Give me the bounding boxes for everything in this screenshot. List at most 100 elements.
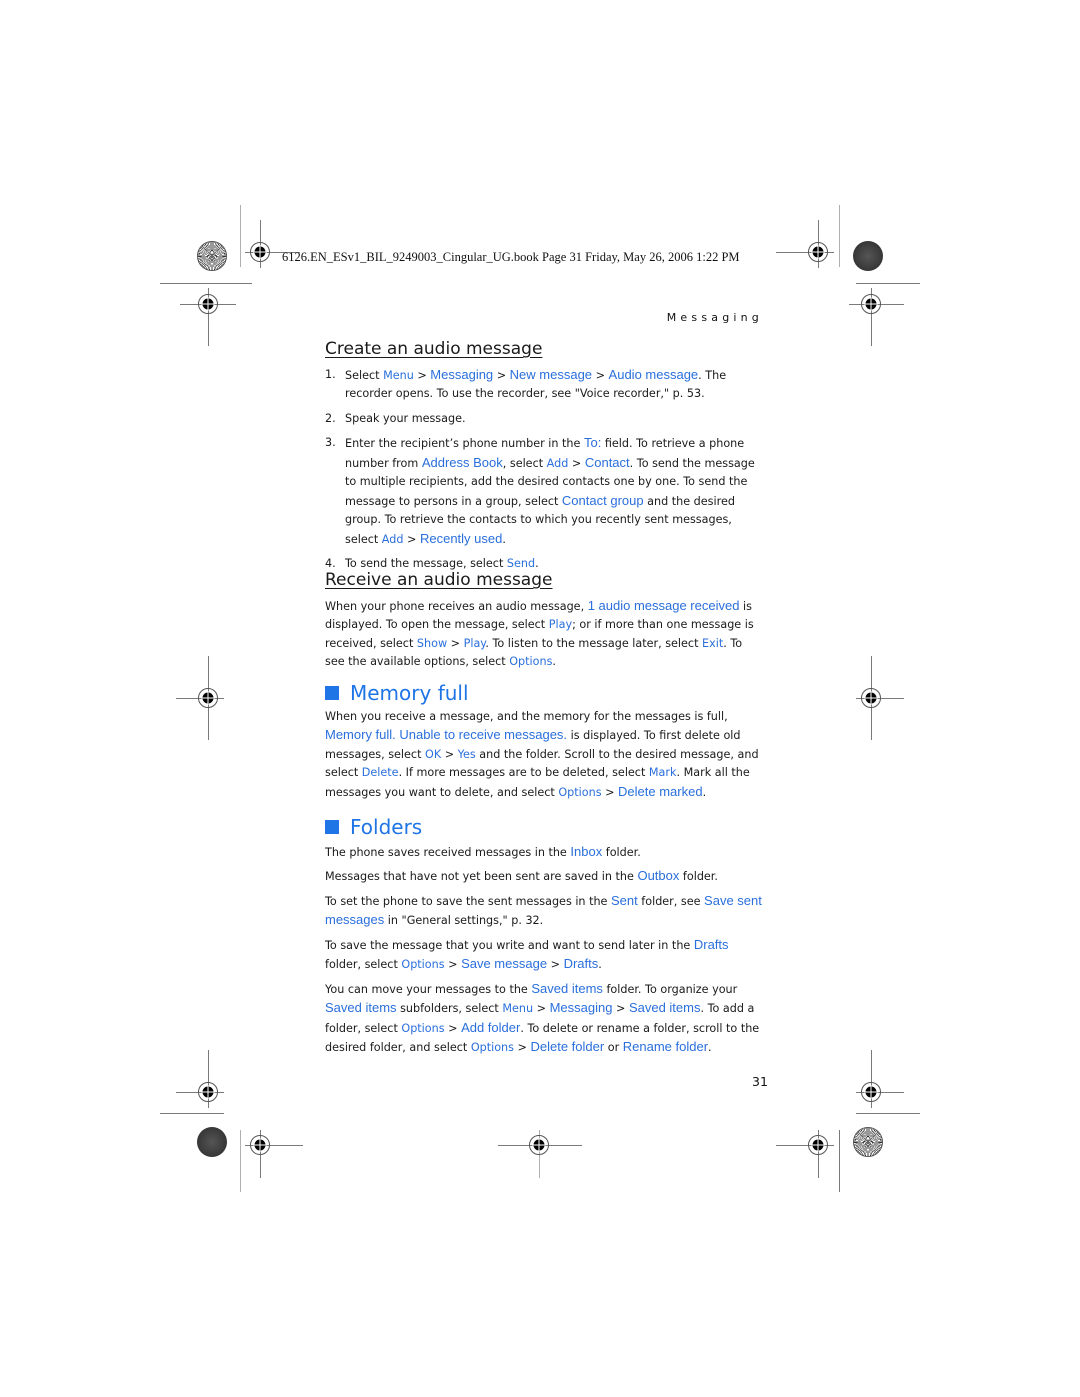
display-text-term: Drafts — [563, 956, 599, 971]
softkey-term: Options — [401, 958, 445, 971]
text-run: folder. — [679, 870, 718, 883]
text-run: . — [535, 557, 539, 570]
registration-mark-icon — [198, 1082, 218, 1102]
display-text-term: Saved items — [628, 1000, 701, 1015]
softkey-term: OK — [425, 747, 442, 761]
text-run: . If more messages are to be deleted, se… — [398, 766, 649, 779]
registration-mark-icon — [250, 242, 270, 262]
paragraph: When you receive a message, and the memo… — [325, 708, 765, 803]
display-text-term: Sent — [611, 892, 638, 908]
text-run: To set the phone to save the sent messag… — [325, 894, 611, 908]
display-text-term: Saved items — [531, 980, 603, 996]
display-text-term: Add folder — [461, 1019, 521, 1035]
display-text-term: Drafts — [693, 936, 729, 952]
text-run: > — [592, 368, 609, 382]
text-run: folder. — [602, 845, 641, 859]
text-run: > — [441, 747, 458, 761]
print-slug: 6126.EN_ESv1_BIL_9249003_Cingular_UG.boo… — [282, 250, 740, 264]
display-text-term: Address Book — [421, 454, 503, 470]
text-run: . — [702, 785, 707, 799]
registration-mark-icon — [861, 1082, 881, 1102]
text-run: Enter the recipient’s phone number in th… — [345, 437, 584, 450]
text-run: > — [413, 368, 431, 382]
softkey-term: Mark — [648, 766, 677, 779]
paragraph: The phone saves received messages in the… — [325, 843, 765, 863]
display-text-term: Messaging — [430, 366, 494, 382]
star-target-icon — [197, 241, 227, 271]
text-run: > — [601, 785, 619, 799]
text-run: subfolders, select — [396, 1002, 503, 1015]
paragraph: Messages that have not yet been sent are… — [325, 867, 765, 887]
softkey-term: Options — [509, 655, 553, 668]
trim-line — [240, 1130, 241, 1192]
softkey-term: Delete — [361, 766, 399, 779]
text-run: > — [444, 958, 462, 971]
display-text-term: New message — [509, 366, 593, 382]
registration-mark-icon — [250, 1135, 270, 1155]
registration-mark-icon — [861, 688, 881, 708]
text-run: > — [547, 958, 564, 971]
running-header: Messaging — [666, 311, 763, 324]
density-target-icon — [197, 1127, 227, 1157]
text-run: . — [708, 1041, 712, 1054]
text-run: You can move your messages to the — [325, 982, 532, 996]
display-text-term: Saved items — [325, 1000, 397, 1015]
softkey-term: Play — [548, 618, 573, 631]
text-run: Select — [345, 368, 384, 382]
text-run: . — [552, 655, 556, 668]
step-text: To send the message, select Send. — [345, 557, 539, 570]
text-run: > — [612, 1002, 629, 1015]
steps-list: 1. Select Menu > Messaging > New message … — [325, 366, 765, 574]
subheading-receive-audio: Receive an audio message — [325, 570, 553, 590]
text-run: When your phone receives an audio messag… — [325, 599, 588, 613]
registration-mark-icon — [198, 688, 218, 708]
text-run: folder, select — [325, 958, 402, 971]
display-text-term: 1 audio message received — [587, 597, 740, 613]
softkey-term: Yes — [457, 747, 476, 761]
density-target-icon — [853, 241, 883, 271]
text-run: > — [493, 368, 510, 382]
step-number: 1. — [325, 367, 336, 381]
section-heading: Folders — [325, 815, 765, 839]
softkey-term: Add — [381, 532, 404, 546]
display-text-term: Rename folder — [622, 1039, 709, 1054]
text-run: > — [533, 1002, 550, 1015]
step-text: Select Menu > Messaging > New message > … — [345, 366, 726, 401]
section-square-icon — [325, 820, 339, 835]
registration-mark-icon — [808, 1135, 828, 1155]
text-run: folder. To organize your — [602, 982, 738, 996]
softkey-term: Options — [401, 1021, 445, 1035]
registration-mark-icon — [861, 294, 881, 314]
text-run: > — [513, 1041, 531, 1054]
step-item: 3. Enter the recipient’s phone number in … — [325, 434, 765, 549]
section-title: Folders — [350, 815, 423, 839]
registration-mark-icon — [808, 242, 828, 262]
text-run: When you receive a message, and the memo… — [325, 709, 728, 723]
subheading-create-audio: Create an audio message — [325, 339, 543, 359]
text-run: > — [403, 532, 420, 546]
text-run: To save the message that you write and w… — [325, 938, 694, 952]
text-run: Messages that have not yet been sent are… — [325, 870, 638, 883]
trim-line — [160, 283, 252, 284]
step-item: 2. Speak your message. — [325, 410, 765, 429]
page-number: 31 — [752, 1074, 768, 1089]
section-title: Memory full — [350, 681, 469, 705]
softkey-term: Show — [416, 636, 448, 650]
text-run: > — [447, 636, 464, 650]
paragraph: To set the phone to save the sent messag… — [325, 892, 765, 931]
softkey-term: Options — [470, 1041, 514, 1054]
display-text-term: Audio message — [608, 366, 699, 382]
softkey-term: Add — [546, 456, 569, 470]
section-heading: Memory full — [325, 681, 765, 705]
section-memory-full: Memory full When you receive a message, … — [325, 681, 765, 803]
display-text-term: Contact group — [561, 492, 644, 508]
display-text-term: Save message — [461, 956, 548, 971]
text-run: or — [604, 1041, 623, 1054]
step-item: 1. Select Menu > Messaging > New message … — [325, 366, 765, 404]
step-number: 2. — [325, 411, 336, 425]
paragraph: You can move your messages to the Saved … — [325, 980, 765, 1058]
star-target-icon — [853, 1127, 883, 1157]
text-run: > — [444, 1021, 462, 1035]
trim-line — [839, 1130, 840, 1192]
registration-mark-icon — [529, 1135, 549, 1155]
